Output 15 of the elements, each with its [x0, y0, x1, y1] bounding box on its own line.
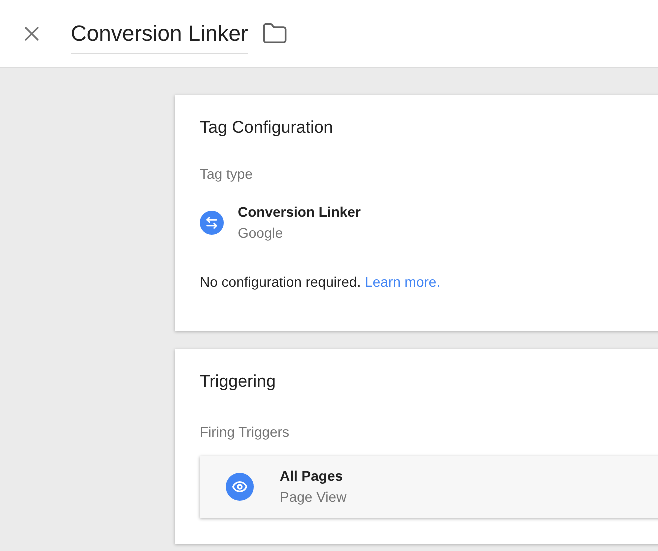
folder-icon[interactable]: [262, 20, 288, 46]
card-title: Triggering: [200, 370, 277, 392]
eye-icon: [226, 473, 254, 501]
section-label: Firing Triggers: [200, 423, 290, 442]
trigger-name: All Pages: [280, 467, 344, 486]
trigger-type: Page View: [280, 488, 347, 507]
configuration-note: No configuration required.: [200, 272, 362, 292]
learn-more-link[interactable]: Learn more.: [365, 272, 441, 292]
trigger-row[interactable]: All Pages Page View: [200, 456, 658, 518]
section-label: Tag type: [200, 164, 254, 184]
card-title: Tag Configuration: [200, 117, 334, 139]
tag-type-name: Conversion Linker: [238, 202, 361, 222]
tag-vendor: Google: [238, 224, 284, 243]
tag-type-icon: [200, 210, 224, 234]
title-field[interactable]: Conversion Linker: [71, 17, 248, 54]
